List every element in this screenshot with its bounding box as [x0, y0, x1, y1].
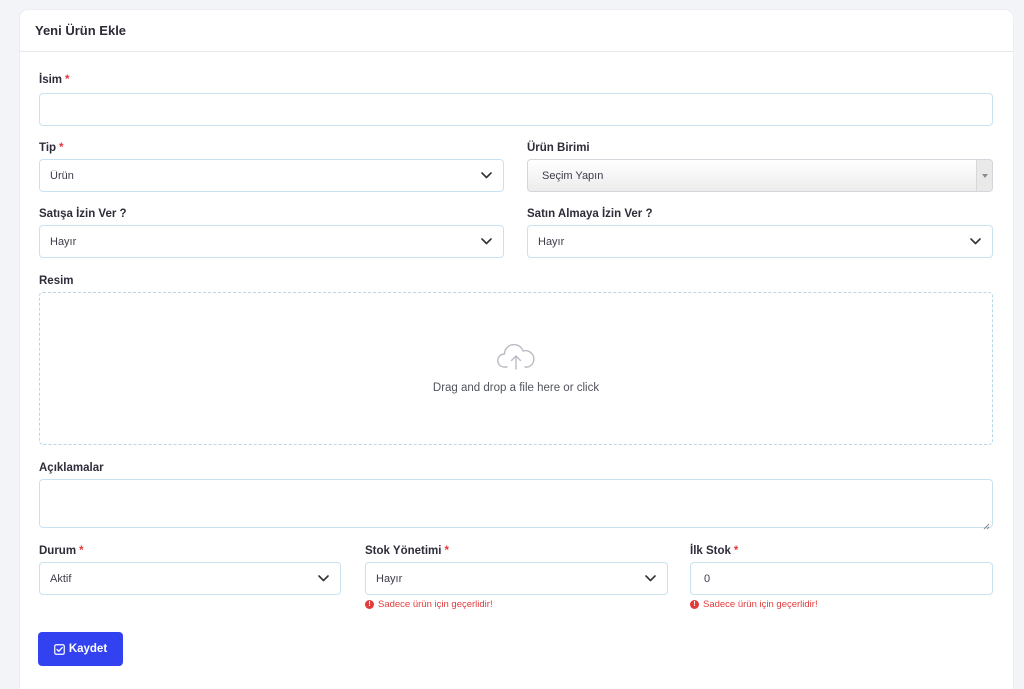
dropdown-arrow-icon [976, 160, 992, 191]
description-label-text: Açıklamalar [39, 462, 104, 474]
save-button[interactable]: Kaydet [38, 632, 123, 666]
image-dropzone[interactable]: Drag and drop a file here or click [39, 292, 993, 445]
type-label-text: Tip [39, 142, 57, 154]
unit-select-value: Seçim Yapın [542, 169, 604, 182]
chevron-down-icon [968, 235, 982, 249]
purchase-allow-value: Hayır [538, 235, 565, 248]
stock-mgmt-select[interactable]: Hayır [365, 562, 668, 595]
unit-label: Ürün Birimi [527, 141, 590, 155]
initial-stock-label-text: İlk Stok [690, 545, 731, 557]
stock-mgmt-value: Hayır [376, 572, 403, 585]
image-label: Resim [39, 274, 74, 288]
status-label-text: Durum [39, 545, 77, 557]
initial-stock-value: 0 [704, 572, 711, 585]
chevron-down-icon [479, 169, 493, 183]
stock-mgmt-hint: ! Sadece ürün için geçerlidir! [365, 599, 493, 610]
name-label-text: İsim [39, 74, 63, 86]
name-input[interactable] [39, 93, 993, 126]
image-label-text: Resim [39, 275, 74, 287]
exclamation-circle-icon: ! [365, 600, 374, 609]
required-mark: * [444, 545, 449, 557]
type-label: Tip * [39, 141, 64, 155]
required-mark: * [733, 545, 739, 557]
new-product-card: Yeni Ürün Ekle İsim * Tip * Ürün Ürün Biri… [20, 10, 1013, 689]
checkbox-icon [53, 643, 65, 655]
initial-stock-label: İlk Stok * [690, 544, 738, 558]
save-button-label: Kaydet [68, 643, 108, 655]
card-header: Yeni Ürün Ekle [20, 10, 1013, 52]
exclamation-circle-icon: ! [690, 600, 699, 609]
initial-stock-input[interactable]: 0 [690, 562, 993, 595]
sale-allow-value: Hayır [50, 235, 77, 248]
initial-stock-hint: ! Sadece ürün için geçerlidir! [690, 599, 818, 610]
sale-allow-select[interactable]: Hayır [39, 225, 504, 258]
unit-label-text: Ürün Birimi [527, 142, 590, 154]
stock-mgmt-label-text: Stok Yönetimi [365, 545, 442, 557]
chevron-down-icon [643, 572, 657, 586]
required-mark: * [59, 142, 64, 154]
purchase-allow-label: Satın Almaya İzin Ver ? [527, 207, 652, 221]
unit-select[interactable]: Seçim Yapın [527, 159, 993, 192]
cloud-upload-icon [496, 343, 536, 376]
type-select-value: Ürün [50, 169, 74, 182]
dropzone-text: Drag and drop a file here or click [432, 382, 600, 394]
description-textarea[interactable] [39, 479, 993, 530]
page-title: Yeni Ürün Ekle [35, 23, 127, 38]
purchase-allow-label-text: Satın Almaya İzin Ver ? [527, 208, 653, 220]
status-label: Durum * [39, 544, 84, 558]
status-value: Aktif [50, 572, 72, 585]
stock-mgmt-hint-text: Sadece ürün için geçerlidir! [378, 599, 493, 610]
chevron-down-icon [316, 572, 330, 586]
resize-handle-icon[interactable] [982, 517, 990, 530]
chevron-down-icon [479, 235, 493, 249]
sale-allow-label: Satışa İzin Ver ? [39, 207, 127, 221]
required-mark: * [79, 545, 84, 557]
sale-allow-label-text: Satışa İzin Ver ? [39, 208, 127, 220]
purchase-allow-select[interactable]: Hayır [527, 225, 993, 258]
stock-mgmt-label: Stok Yönetimi * [365, 544, 449, 558]
status-select[interactable]: Aktif [39, 562, 341, 595]
description-label: Açıklamalar [39, 461, 104, 475]
required-mark: * [65, 74, 70, 86]
type-select[interactable]: Ürün [39, 159, 504, 192]
initial-stock-hint-text: Sadece ürün için geçerlidir! [703, 599, 818, 610]
name-label: İsim * [39, 73, 70, 87]
